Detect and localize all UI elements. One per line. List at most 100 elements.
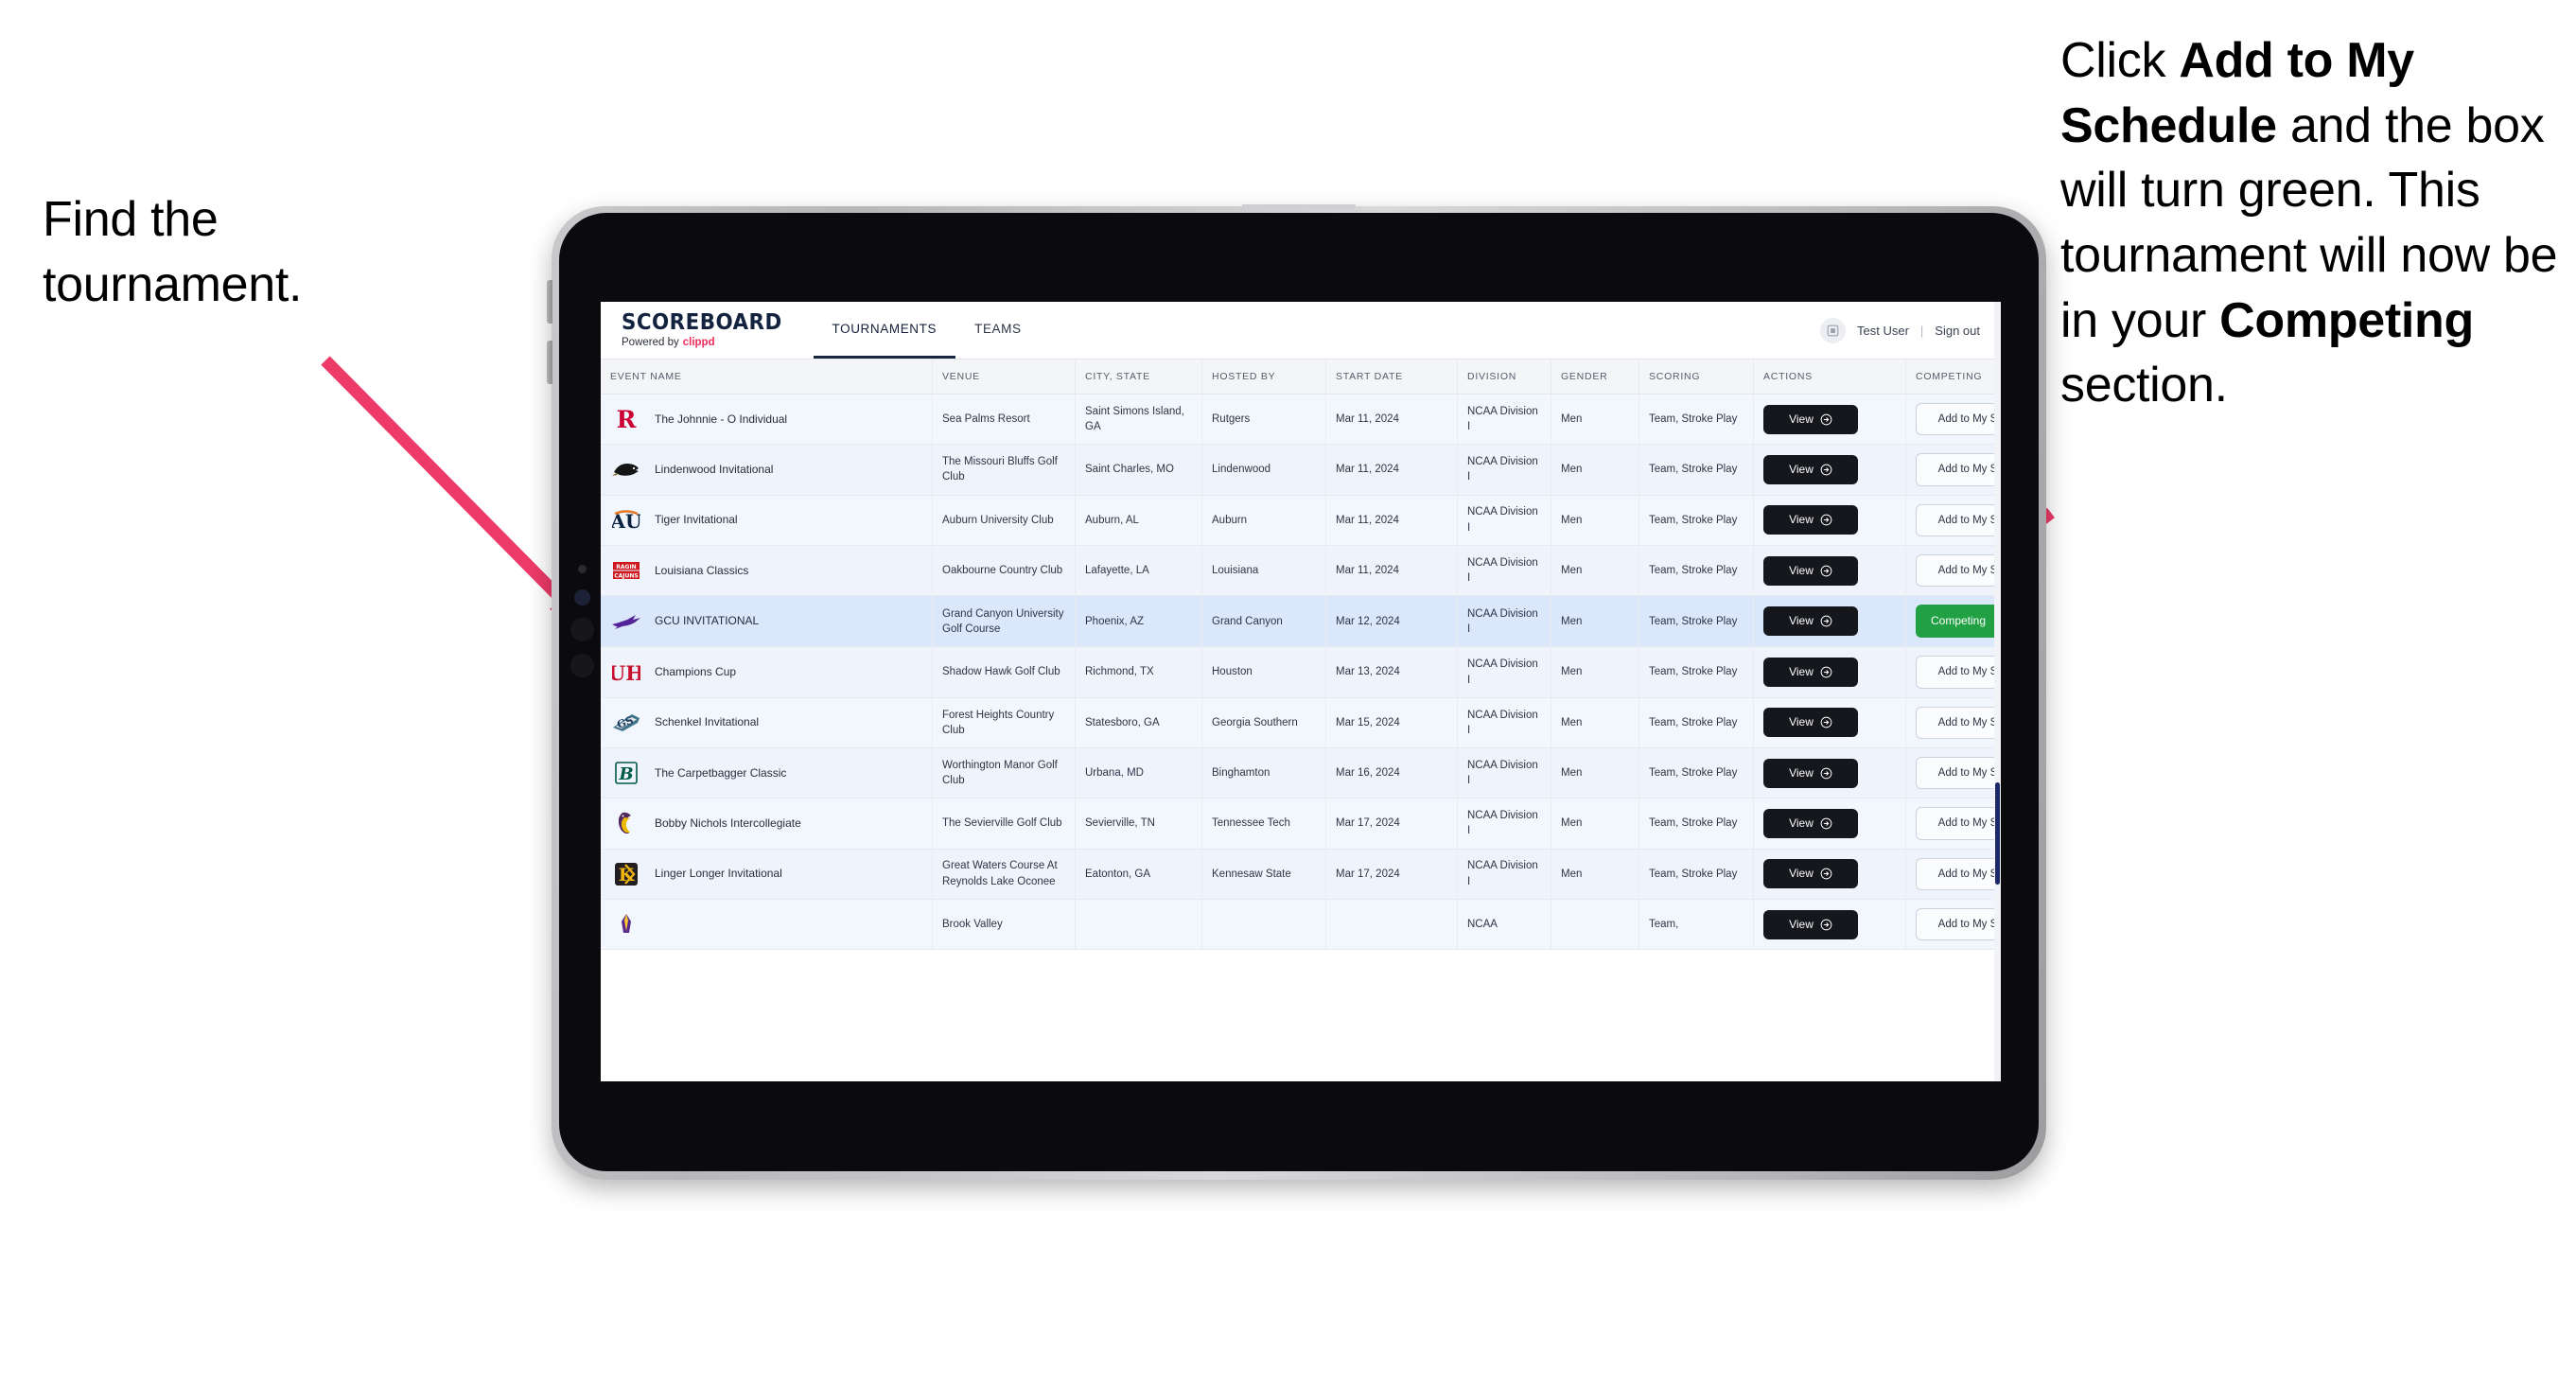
app-header: SCOREBOARD Powered by clippd TOURNAMENTS… <box>601 302 2001 360</box>
table-row[interactable]: RAGIN CAJUNS Louisiana Classics Oakbourne C… <box>601 545 2001 597</box>
cell-event-name: RAGIN CAJUNS Louisiana Classics <box>601 545 933 597</box>
add-to-my-schedule-button[interactable]: Add to My Schedule+ <box>1916 706 2001 739</box>
tab-teams-label: TEAMS <box>974 322 1022 336</box>
view-button-label: View <box>1789 816 1814 830</box>
add-to-my-schedule-button[interactable]: Add to My Schedule+ <box>1916 453 2001 486</box>
tablet-device: SCOREBOARD Powered by clippd TOURNAMENTS… <box>547 204 2046 1180</box>
col-header-gender[interactable]: GENDER <box>1551 360 1639 395</box>
view-button[interactable]: View <box>1763 555 1858 586</box>
view-button-label: View <box>1789 715 1814 729</box>
app-viewport: SCOREBOARD Powered by clippd TOURNAMENTS… <box>601 302 2001 1081</box>
sign-out-link[interactable]: Sign out <box>1935 324 1980 338</box>
view-button-label: View <box>1789 917 1814 931</box>
tournaments-table: EVENT NAME VENUE CITY, STATE HOSTED BY S… <box>601 360 2001 951</box>
cell-venue: Auburn University Club <box>932 495 1076 546</box>
view-button[interactable]: View <box>1763 606 1858 637</box>
table-row[interactable]: Bobby Nichols Intercollegiate The Sevierv… <box>601 798 2001 850</box>
competing-button[interactable]: Competing✓ <box>1916 605 2001 639</box>
view-button-label: View <box>1789 563 1814 577</box>
col-header-event-name[interactable]: EVENT NAME <box>601 360 933 395</box>
add-to-my-schedule-button[interactable]: Add to My Schedule+ <box>1916 553 2001 588</box>
add-to-my-schedule-label: Add to My Schedule <box>1937 868 2001 880</box>
view-button[interactable]: View <box>1763 758 1858 788</box>
volume-up-button[interactable] <box>547 280 552 324</box>
cell-venue: Worthington Manor Golf Club <box>932 747 1076 799</box>
table-row[interactable]: GCU INVITATIONAL Grand Canyon University … <box>601 595 2001 648</box>
add-to-my-schedule-button[interactable]: Add to My Schedule+ <box>1916 807 2001 840</box>
cell-scoring: Team, <box>1638 899 1754 951</box>
view-button[interactable]: View <box>1763 808 1858 838</box>
cell-venue: Oakbourne Country Club <box>932 545 1076 597</box>
cell-division: NCAA <box>1457 899 1551 951</box>
cell-event-name: K Linger Longer Invitational <box>601 849 933 900</box>
cell-city-state: Statesboro, GA <box>1075 697 1202 749</box>
table-row[interactable]: Lindenwood Invitational The Missouri Bluf… <box>601 444 2001 496</box>
view-button[interactable]: View <box>1763 859 1858 889</box>
event-name-label: The Johnnie - O Individual <box>655 412 788 426</box>
col-header-start-date[interactable]: START DATE <box>1325 360 1458 395</box>
view-button[interactable]: View <box>1763 454 1858 484</box>
team-logo-icon: UH <box>610 658 642 687</box>
table-row[interactable]: B The Carpetbagger Classic Worthington Man… <box>601 747 2001 799</box>
add-to-my-schedule-button[interactable]: Add to My Schedule+ <box>1916 757 2001 790</box>
table-row[interactable]: Brook Valley NCAA Team, View Add to My Sched… <box>601 899 2001 951</box>
cell-actions: View <box>1753 899 1906 951</box>
brand-logo[interactable]: SCOREBOARD Powered by clippd <box>601 302 814 359</box>
cell-actions: View <box>1753 545 1906 597</box>
table-row[interactable]: GS Schenkel Invitational Forest Heights Co… <box>601 697 2001 749</box>
vertical-scrollbar-thumb[interactable] <box>1995 782 2000 885</box>
table-body: R The Johnnie - O Individual Sea Palms Res… <box>601 394 2001 951</box>
view-button[interactable]: View <box>1763 404 1858 434</box>
view-button-label: View <box>1789 867 1814 881</box>
add-to-my-schedule-button[interactable]: Add to My Schedule+ <box>1916 503 2001 536</box>
cell-city-state <box>1075 899 1202 951</box>
arrow-right-circle-icon <box>1820 716 1832 728</box>
add-to-my-schedule-button[interactable]: Add to My Schedule+ <box>1916 656 2001 689</box>
add-to-my-schedule-button[interactable]: Add to My Schedule+ <box>1916 907 2001 941</box>
view-button[interactable]: View <box>1763 909 1858 939</box>
svg-text:CAJUNS: CAJUNS <box>614 572 639 579</box>
clippd-label: clippd <box>682 337 715 348</box>
cell-hosted-by: Louisiana <box>1201 545 1326 597</box>
cell-gender: Men <box>1551 545 1639 597</box>
cell-hosted-by: Tennessee Tech <box>1201 798 1326 850</box>
col-header-division[interactable]: DIVISION <box>1457 360 1551 395</box>
view-button[interactable]: View <box>1763 708 1858 738</box>
cell-hosted-by: Grand Canyon <box>1201 595 1326 648</box>
col-header-venue[interactable]: VENUE <box>932 360 1076 395</box>
vertical-scrollbar-track[interactable] <box>1994 302 2001 1081</box>
table-row[interactable]: R The Johnnie - O Individual Sea Palms Res… <box>601 394 2001 446</box>
svg-text:R: R <box>617 406 637 432</box>
svg-text:UH: UH <box>612 661 640 685</box>
view-button-label: View <box>1789 614 1814 628</box>
add-to-my-schedule-button[interactable]: Add to My Schedule+ <box>1916 857 2001 890</box>
cell-start-date: Mar 15, 2024 <box>1325 697 1458 749</box>
cell-division: NCAA Division I <box>1457 697 1551 749</box>
header-separator: | <box>1919 323 1924 338</box>
cell-hosted-by: Auburn <box>1201 495 1326 546</box>
col-header-scoring[interactable]: SCORING <box>1638 360 1754 395</box>
brand-title: SCOREBOARD <box>622 310 782 335</box>
cell-event-name: R The Johnnie - O Individual <box>601 394 933 446</box>
cell-gender: Men <box>1551 798 1639 850</box>
col-header-actions: ACTIONS <box>1753 360 1906 395</box>
volume-down-button[interactable] <box>547 341 552 384</box>
col-header-competing: COMPETING <box>1905 360 2001 395</box>
table-row[interactable]: K Linger Longer Invitational Great Waters … <box>601 849 2001 900</box>
add-to-my-schedule-button[interactable]: Add to My Schedule+ <box>1916 403 2001 436</box>
view-button-label: View <box>1789 513 1814 527</box>
cell-scoring: Team, Stroke Play <box>1638 394 1754 446</box>
table-row[interactable]: AU Tiger Invitational Auburn University Cl… <box>601 495 2001 546</box>
table-row[interactable]: UH Champions Cup Shadow Hawk Golf Club Rich… <box>601 646 2001 698</box>
view-button[interactable]: View <box>1763 505 1858 535</box>
avatar[interactable] <box>1820 317 1846 343</box>
view-button[interactable]: View <box>1763 657 1858 688</box>
event-name-label: Schenkel Invitational <box>655 715 760 729</box>
col-header-hosted-by[interactable]: HOSTED BY <box>1201 360 1326 395</box>
tab-teams[interactable]: TEAMS <box>955 302 1041 359</box>
col-header-city-state[interactable]: CITY, STATE <box>1075 360 1202 395</box>
tab-tournaments[interactable]: TOURNAMENTS <box>813 302 956 359</box>
cell-actions: View <box>1753 394 1906 446</box>
tablet-bezel: SCOREBOARD Powered by clippd TOURNAMENTS… <box>559 213 2039 1171</box>
event-name-label: Linger Longer Invitational <box>655 867 782 881</box>
